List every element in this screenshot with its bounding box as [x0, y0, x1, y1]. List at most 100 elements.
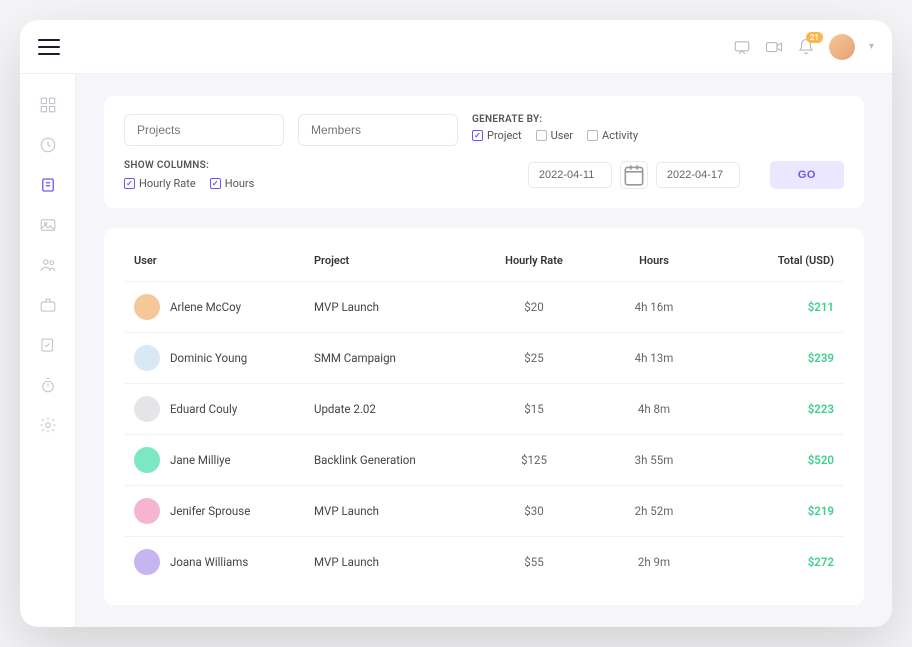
- table-panel: User Project Hourly Rate Hours Total (US…: [104, 228, 864, 605]
- topbar-actions: 21 ▾: [733, 34, 874, 60]
- generate-option[interactable]: Activity: [587, 129, 638, 142]
- avatar: [134, 549, 160, 575]
- checklist-icon[interactable]: [39, 336, 57, 354]
- avatar: [134, 294, 160, 320]
- project-cell: Update 2.02: [314, 402, 474, 416]
- generate-by-group: GENERATE BY: Project User Activity: [472, 114, 638, 142]
- clock-icon[interactable]: [39, 136, 57, 154]
- briefcase-icon[interactable]: [39, 296, 57, 314]
- video-icon[interactable]: [765, 38, 783, 56]
- bell-icon[interactable]: 21: [797, 38, 815, 56]
- checkbox-icon: [472, 130, 483, 141]
- col-total: Total (USD): [714, 254, 834, 267]
- option-label: Project: [487, 129, 522, 142]
- show-columns-label: SHOW COLUMNS:: [124, 160, 254, 171]
- hours-cell: 4h 8m: [594, 402, 714, 416]
- user-name: Jane Milliye: [170, 453, 231, 467]
- generate-by-label: GENERATE BY:: [472, 114, 638, 125]
- project-cell: MVP Launch: [314, 300, 474, 314]
- col-project: Project: [314, 254, 474, 267]
- total-cell: $223: [714, 402, 834, 416]
- rate-cell: $15: [474, 402, 594, 416]
- team-icon[interactable]: [39, 256, 57, 274]
- user-cell: Eduard Couly: [134, 396, 314, 422]
- date-range: [528, 161, 740, 189]
- app-window: 21 ▾ GENERATE BY:: [20, 20, 892, 627]
- stopwatch-icon[interactable]: [39, 376, 57, 394]
- go-button[interactable]: GO: [770, 161, 844, 189]
- table-row[interactable]: Jenifer Sprouse MVP Launch$302h 52m$219: [124, 485, 844, 536]
- total-cell: $219: [714, 504, 834, 518]
- hours-cell: 3h 55m: [594, 453, 714, 467]
- hours-cell: 2h 52m: [594, 504, 714, 518]
- project-cell: SMM Campaign: [314, 351, 474, 365]
- total-cell: $239: [714, 351, 834, 365]
- chat-icon[interactable]: [733, 38, 751, 56]
- avatar: [134, 498, 160, 524]
- show-column-option[interactable]: Hours: [210, 177, 255, 190]
- date-from-input[interactable]: [528, 162, 612, 188]
- show-column-option[interactable]: Hourly Rate: [124, 177, 196, 190]
- user-cell: Joana Williams: [134, 549, 314, 575]
- col-hours: Hours: [594, 254, 714, 267]
- hours-cell: 4h 16m: [594, 300, 714, 314]
- rate-cell: $55: [474, 555, 594, 569]
- projects-input[interactable]: [124, 114, 284, 146]
- option-label: Hours: [225, 177, 255, 190]
- project-cell: MVP Launch: [314, 555, 474, 569]
- topbar: 21 ▾: [20, 20, 892, 74]
- project-cell: Backlink Generation: [314, 453, 474, 467]
- table-row[interactable]: Eduard Couly Update 2.02$154h 8m$223: [124, 383, 844, 434]
- total-cell: $272: [714, 555, 834, 569]
- rate-cell: $25: [474, 351, 594, 365]
- avatar: [134, 345, 160, 371]
- dashboard-icon[interactable]: [39, 96, 57, 114]
- sidebar: [20, 74, 76, 627]
- main-content: GENERATE BY: ProjectUserActivity SHOW CO…: [76, 74, 892, 627]
- option-label: Hourly Rate: [139, 177, 196, 190]
- rate-cell: $30: [474, 504, 594, 518]
- user-name: Jenifer Sprouse: [170, 504, 250, 518]
- avatar: [134, 447, 160, 473]
- rate-cell: $20: [474, 300, 594, 314]
- col-rate: Hourly Rate: [474, 254, 594, 267]
- user-avatar[interactable]: [829, 34, 855, 60]
- user-name: Dominic Young: [170, 351, 247, 365]
- generate-option[interactable]: Project: [472, 129, 522, 142]
- report-table: User Project Hourly Rate Hours Total (US…: [124, 246, 844, 587]
- user-cell: Dominic Young: [134, 345, 314, 371]
- chevron-down-icon[interactable]: ▾: [869, 41, 874, 52]
- table-row[interactable]: Dominic Young SMM Campaign$254h 13m$239: [124, 332, 844, 383]
- filters-panel: GENERATE BY: Project User Activity SHOW CO…: [104, 96, 864, 208]
- members-input[interactable]: [298, 114, 458, 146]
- col-user: User: [134, 254, 314, 267]
- date-to-input[interactable]: [656, 162, 740, 188]
- user-cell: Jenifer Sprouse: [134, 498, 314, 524]
- table-header: User Project Hourly Rate Hours Total (US…: [124, 246, 844, 281]
- user-name: Arlene McCoy: [170, 300, 241, 314]
- menu-toggle-icon[interactable]: [38, 39, 60, 55]
- reports-icon[interactable]: [39, 176, 57, 194]
- table-row[interactable]: Joana WilliamsMVP Launch$552h 9m$272: [124, 536, 844, 587]
- user-name: Eduard Couly: [170, 402, 237, 416]
- table-row[interactable]: Arlene McCoy MVP Launch$204h 16m$211: [124, 281, 844, 332]
- user-cell: Arlene McCoy: [134, 294, 314, 320]
- hours-cell: 4h 13m: [594, 351, 714, 365]
- checkbox-icon: [210, 178, 221, 189]
- avatar: [134, 396, 160, 422]
- option-label: User: [551, 129, 573, 142]
- user-name: Joana Williams: [170, 555, 248, 569]
- total-cell: $520: [714, 453, 834, 467]
- body: GENERATE BY: ProjectUserActivity SHOW CO…: [20, 74, 892, 627]
- generate-option[interactable]: User: [536, 129, 573, 142]
- table-row[interactable]: Jane MilliyeBacklink Generation$1253h 55…: [124, 434, 844, 485]
- notification-badge: 21: [806, 32, 823, 43]
- calendar-icon[interactable]: [620, 161, 648, 189]
- image-icon[interactable]: [39, 216, 57, 234]
- checkbox-icon: [587, 130, 598, 141]
- total-cell: $211: [714, 300, 834, 314]
- project-cell: MVP Launch: [314, 504, 474, 518]
- user-cell: Jane Milliye: [134, 447, 314, 473]
- settings-icon[interactable]: [39, 416, 57, 434]
- checkbox-icon: [536, 130, 547, 141]
